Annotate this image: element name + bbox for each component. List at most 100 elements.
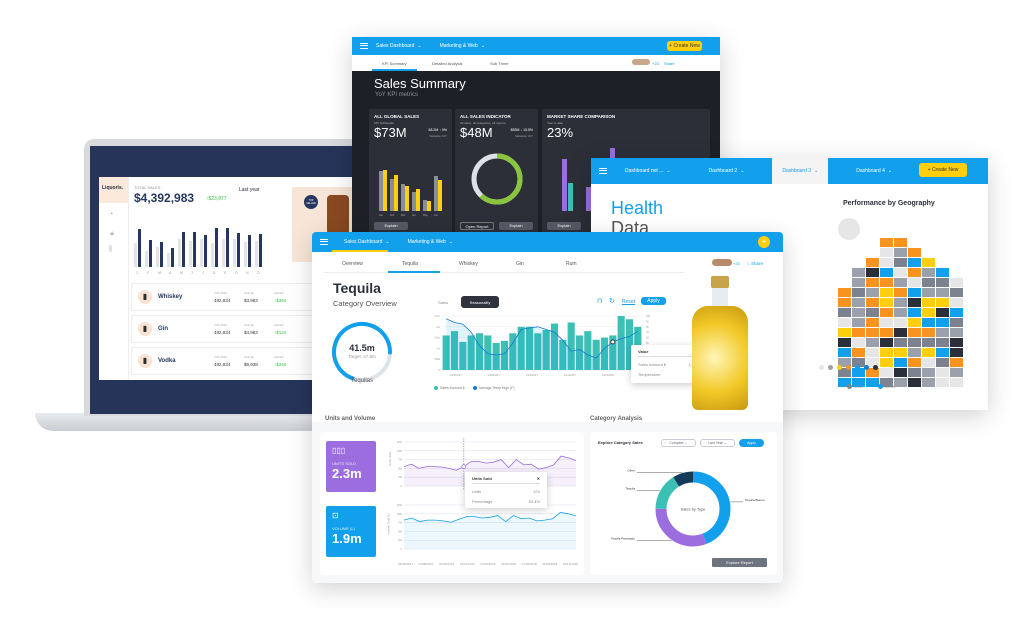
map-region[interactable] <box>852 328 865 337</box>
create-new-button[interactable]: + Create New <box>667 41 702 51</box>
map-region[interactable] <box>866 328 879 337</box>
map-region[interactable] <box>950 378 963 387</box>
map-region[interactable] <box>838 318 851 327</box>
map-region[interactable] <box>908 288 921 297</box>
refresh-icon[interactable]: ↻ <box>609 297 615 305</box>
map-region[interactable] <box>922 358 935 367</box>
map-region[interactable] <box>866 278 879 287</box>
map-region[interactable] <box>936 308 949 317</box>
map-region[interactable] <box>838 328 851 337</box>
map-region[interactable] <box>908 358 921 367</box>
map-region[interactable] <box>908 278 921 287</box>
explain-button[interactable]: Explain <box>499 222 533 230</box>
collaborator-count[interactable]: +23 <box>733 261 740 266</box>
map-region[interactable] <box>880 258 893 267</box>
map-region[interactable] <box>880 318 893 327</box>
map-region[interactable] <box>922 278 935 287</box>
map-region[interactable] <box>922 268 935 277</box>
map-region[interactable] <box>880 338 893 347</box>
map-region[interactable] <box>866 288 879 297</box>
map-region[interactable] <box>894 308 907 317</box>
map-region[interactable] <box>908 378 921 387</box>
map-region[interactable] <box>894 268 907 277</box>
map-region[interactable] <box>936 278 949 287</box>
map-region[interactable] <box>936 268 949 277</box>
map-region[interactable] <box>894 318 907 327</box>
compare-select[interactable]: Compare ⌄ <box>661 439 696 447</box>
map-region[interactable] <box>894 378 907 387</box>
map-region[interactable] <box>922 378 935 387</box>
map-region[interactable] <box>880 288 893 297</box>
close-icon[interactable]: ✕ <box>537 476 540 481</box>
map-region[interactable] <box>852 348 865 357</box>
map-region[interactable] <box>880 298 893 307</box>
map-region[interactable] <box>908 328 921 337</box>
geography-map[interactable] <box>838 218 978 388</box>
map-region[interactable] <box>880 328 893 337</box>
share-button[interactable]: ⌂ Share <box>747 261 763 266</box>
map-region[interactable] <box>936 318 949 327</box>
create-new-button[interactable]: + Create New <box>919 163 967 177</box>
period-select[interactable]: Last Year ⌄ <box>700 439 735 447</box>
map-region[interactable] <box>908 298 921 307</box>
map-region[interactable] <box>936 328 949 337</box>
apply-button[interactable]: Apply <box>739 439 764 447</box>
open-report-button[interactable]: Open Report <box>460 222 494 230</box>
map-region[interactable] <box>922 368 935 377</box>
map-region[interactable] <box>866 268 879 277</box>
apply-button[interactable]: Apply <box>641 297 666 305</box>
map-region[interactable] <box>922 338 935 347</box>
explore-report-button[interactable]: Explore Report <box>712 558 767 567</box>
map-region[interactable] <box>936 348 949 357</box>
star-icon[interactable]: ★ <box>99 226 128 242</box>
tab-whiskey[interactable]: Whiskey <box>459 261 478 267</box>
explain-button[interactable]: Explain <box>547 222 581 230</box>
map-region[interactable] <box>936 358 949 367</box>
volume-chart[interactable]: 0 25k 50k 75k 100k 125k <box>397 504 578 555</box>
tab-gin[interactable]: Gin <box>516 261 524 267</box>
map-region[interactable] <box>894 368 907 377</box>
map-region[interactable] <box>880 278 893 287</box>
nav-sales-dashboard[interactable]: Sales Dashboard ⌄ <box>376 43 422 49</box>
menu-icon[interactable] <box>320 239 328 245</box>
toggle-sales[interactable]: Sales <box>438 300 448 305</box>
map-region[interactable] <box>852 308 865 317</box>
map-region[interactable] <box>950 318 963 327</box>
sliders-icon[interactable]: ⫼ <box>99 242 128 258</box>
map-region[interactable] <box>922 258 935 267</box>
map-region[interactable] <box>950 288 963 297</box>
tab-kpi-summary[interactable]: KPI Summary <box>382 61 407 66</box>
menu-icon[interactable] <box>599 168 607 174</box>
map-region[interactable] <box>866 258 879 267</box>
collaborator-count[interactable]: +23 <box>652 61 659 66</box>
map-region[interactable] <box>838 218 860 240</box>
explain-button[interactable]: Explain <box>374 222 408 230</box>
map-region[interactable] <box>894 358 907 367</box>
map-region[interactable] <box>908 248 921 257</box>
map-region[interactable] <box>894 338 907 347</box>
nav-sales-dashboard[interactable]: Sales Dashboard ⌄ <box>344 239 390 245</box>
map-region[interactable] <box>894 348 907 357</box>
tab-sub-three[interactable]: Sub Three <box>490 61 509 66</box>
map-region[interactable] <box>894 248 907 257</box>
tab-tequila[interactable]: Tequila <box>402 261 418 267</box>
map-region[interactable] <box>852 278 865 287</box>
map-region[interactable] <box>880 358 893 367</box>
map-region[interactable] <box>936 288 949 297</box>
map-region[interactable] <box>908 268 921 277</box>
map-region[interactable] <box>908 338 921 347</box>
nav-marketing-web[interactable]: Marketing & Web ⌄ <box>440 43 485 49</box>
map-region[interactable] <box>950 368 963 377</box>
map-region[interactable] <box>922 348 935 357</box>
map-region[interactable] <box>894 298 907 307</box>
map-region[interactable] <box>880 348 893 357</box>
nav-dashboard-3[interactable]: Dashboard 3 ⌄ <box>772 158 829 184</box>
map-region[interactable] <box>880 368 893 377</box>
reset-link[interactable]: Reset <box>622 299 635 305</box>
map-region[interactable] <box>838 298 851 307</box>
nav-marketing-web[interactable]: Marketing & Web ⌄ <box>408 239 453 245</box>
map-region[interactable] <box>866 298 879 307</box>
map-region[interactable] <box>838 308 851 317</box>
nav-dashboard-4[interactable]: Dashboard 4 ⌄ <box>846 158 902 184</box>
map-region[interactable] <box>866 308 879 317</box>
